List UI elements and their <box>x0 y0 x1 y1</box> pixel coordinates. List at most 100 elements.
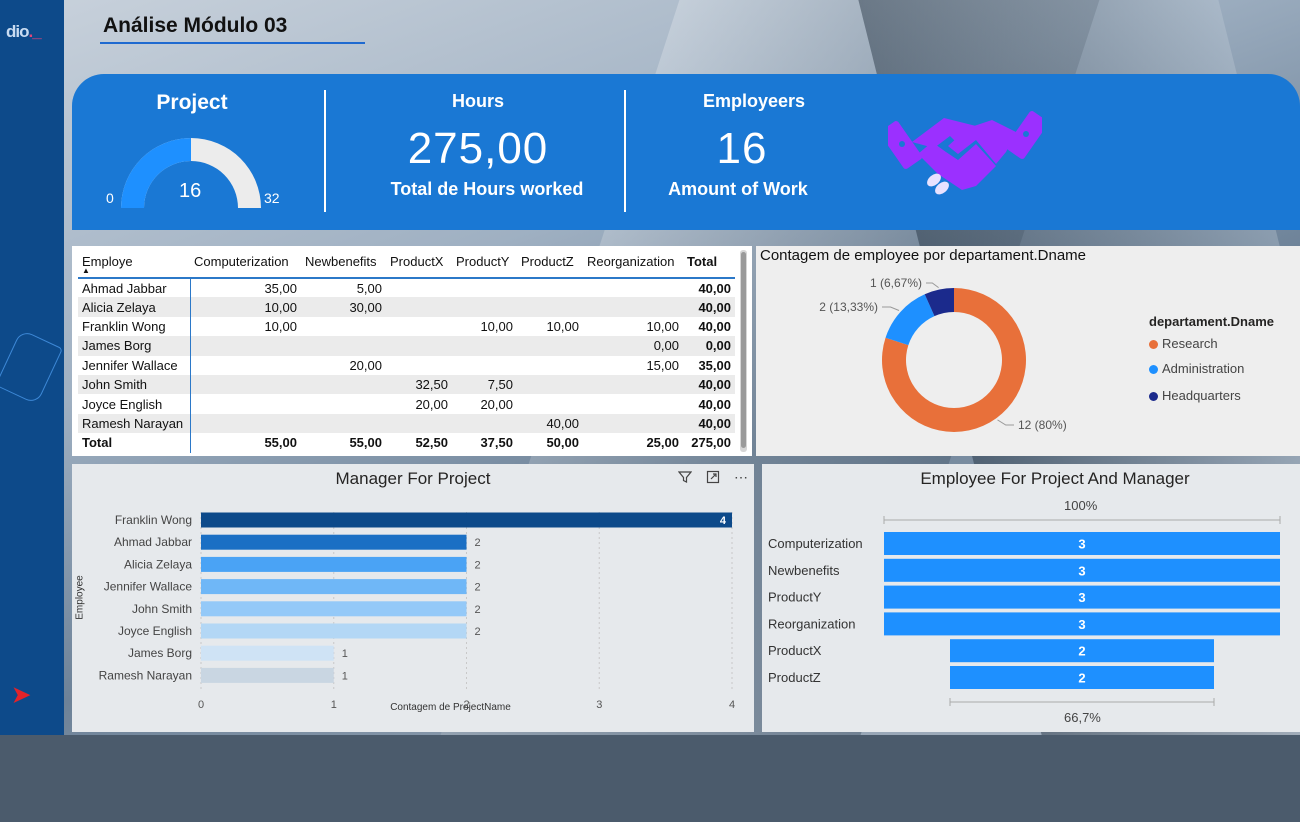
matrix-header-row: Employe Computerization Newbenefits Prod… <box>78 252 735 278</box>
total-cell: 50,00 <box>546 435 579 451</box>
row-total-cell: 0,00 <box>683 336 735 356</box>
kpi-separator <box>624 90 626 212</box>
manager-for-project-visual[interactable]: Manager For Project ⋯ 0 1 2 3 4 Franklin Wong… <box>72 464 754 732</box>
hours-value: 275,00 <box>407 124 549 173</box>
table-cell <box>452 413 517 434</box>
bar-x-axis-label: Contagem de ProjectName <box>390 702 511 713</box>
y-tick-label: Joyce English <box>118 624 192 638</box>
column-header[interactable]: ProductY <box>452 252 517 278</box>
legend-item-administration[interactable]: Administration <box>1149 361 1244 376</box>
bar[interactable] <box>201 667 334 683</box>
row-header-cell: James Borg <box>78 336 191 356</box>
gauge-max: 32 <box>264 190 280 206</box>
table-row[interactable]: Ahmad Jabbar 35,00 5,00 40,00 <box>78 278 735 298</box>
table-row[interactable]: John Smith 32,50 7,50 40,00 <box>78 374 735 395</box>
table-row[interactable]: James Borg 0,00 0,00 <box>78 336 735 356</box>
table-cell <box>517 297 583 317</box>
matrix-scrollbar-thumb[interactable] <box>741 252 746 448</box>
y-tick-label: Jennifer Wallace <box>104 580 193 594</box>
legend-item-headquarters[interactable]: Headquarters <box>1149 388 1241 403</box>
funnel-visual[interactable]: Employee For Project And Manager 100% 66… <box>762 464 1300 732</box>
column-header[interactable]: Newbenefits <box>301 252 386 278</box>
funnel-data-label: 3 <box>1078 617 1085 632</box>
total-cell: 275,00 <box>691 435 731 451</box>
donut-data-label: 1 (6,67%) <box>870 276 922 290</box>
row-header-cell: Jennifer Wallace <box>78 355 191 375</box>
bar[interactable] <box>201 512 732 528</box>
table-row[interactable]: Alicia Zelaya 10,00 30,00 40,00 <box>78 297 735 317</box>
total-cell: Total <box>78 433 191 453</box>
y-tick-label: Franklin Wong <box>115 513 192 527</box>
decorative-shape <box>0 329 63 405</box>
table-cell <box>386 336 452 356</box>
bar[interactable] <box>201 534 467 550</box>
logo-text: dio <box>6 22 29 41</box>
column-header[interactable]: Employe <box>78 252 190 278</box>
row-header-cell: Ahmad Jabbar <box>78 278 191 298</box>
table-cell: 10,00 <box>480 318 513 334</box>
total-cell: 55,00 <box>264 435 297 451</box>
table-cell: 5,00 <box>356 280 382 296</box>
employees-value: 16 <box>716 124 768 173</box>
row-header-cell: John Smith <box>78 374 191 395</box>
hours-caption: Total de Hours worked <box>390 179 584 199</box>
table-cell <box>190 374 301 395</box>
bar[interactable] <box>201 645 334 661</box>
table-cell <box>386 356 452 375</box>
page-title-wrap: Análise Módulo 03 <box>100 14 365 44</box>
column-header[interactable]: ProductZ <box>517 252 583 278</box>
y-tick-label: James Borg <box>128 646 192 660</box>
matrix-table: Employe Computerization Newbenefits Prod… <box>78 252 735 453</box>
funnel-data-label: 2 <box>1078 644 1085 659</box>
row-total-cell: 40,00 <box>698 318 731 334</box>
table-cell <box>386 297 452 317</box>
funnel-data-label: 2 <box>1078 671 1085 686</box>
table-cell: 20,00 <box>480 396 513 412</box>
y-tick-label: Ramesh Narayan <box>99 668 192 682</box>
table-cell <box>517 278 583 297</box>
employees-label: Employeers <box>702 91 806 111</box>
table-row[interactable]: Jennifer Wallace 20,00 15,00 35,00 <box>78 355 735 375</box>
bar[interactable] <box>201 623 467 639</box>
funnel-chart[interactable]: Computerization 3 Newbenefits 3 ProductY 3 Reo… <box>762 464 1300 732</box>
bar[interactable] <box>201 556 467 572</box>
bar-y-axis-label: Employee <box>74 575 86 620</box>
handshake-icon <box>888 111 1042 195</box>
column-header-total[interactable]: Total <box>683 252 735 278</box>
table-cell: 10,00 <box>190 297 301 317</box>
table-cell <box>452 297 517 317</box>
table-cell <box>190 413 301 434</box>
matrix-visual[interactable]: Employe Computerization Newbenefits Prod… <box>72 246 752 456</box>
donut-chart[interactable]: 12 (80%) 2 (13,33%) 1 (6,67%) <box>756 246 1300 456</box>
table-row[interactable]: Joyce English 20,00 20,00 40,00 <box>78 394 735 414</box>
bar[interactable] <box>201 579 467 595</box>
kpi-banner: Project 16 0 32 Hours 275,00 Total de Ho… <box>72 74 1300 230</box>
legend-marker <box>1149 340 1158 350</box>
donut-leader-line <box>882 306 900 311</box>
table-cell: 10,00 <box>264 318 297 334</box>
arrow-right-icon[interactable]: ➤ <box>12 682 30 708</box>
funnel-category-label: ProductX <box>768 643 822 658</box>
total-cell: 52,50 <box>415 435 448 451</box>
column-header[interactable]: ProductX <box>386 252 452 278</box>
table-row[interactable]: Franklin Wong 10,00 10,00 10,00 10,00 40,00 <box>78 316 735 337</box>
sort-ascending-icon[interactable]: ▲ <box>82 266 90 275</box>
y-tick-label: Ahmad Jabbar <box>114 535 192 549</box>
column-header[interactable]: Computerization <box>190 252 301 278</box>
table-row[interactable]: Ramesh Narayan 40,00 40,00 <box>78 413 735 434</box>
table-cell: 15,00 <box>646 357 679 373</box>
bar-chart[interactable]: 0 1 2 3 4Franklin Wong 4Ahmad Jabbar 2Alicia Z… <box>72 464 754 732</box>
legend-label: Research <box>1162 336 1218 351</box>
legend-item-research[interactable]: Research <box>1149 336 1218 351</box>
donut-visual[interactable]: Contagem de employee por departament.Dna… <box>756 246 1300 456</box>
table-cell <box>583 394 683 413</box>
kpi-separator <box>324 90 326 212</box>
bar-data-label: 1 <box>342 648 348 660</box>
bar[interactable] <box>201 601 467 617</box>
column-header[interactable]: Reorganization <box>583 252 683 278</box>
left-rail: dio._ ➤ <box>0 0 64 735</box>
y-tick-label: John Smith <box>132 602 192 616</box>
table-cell <box>386 317 452 336</box>
logo-accent: ._ <box>28 22 42 41</box>
table-cell <box>517 394 583 413</box>
